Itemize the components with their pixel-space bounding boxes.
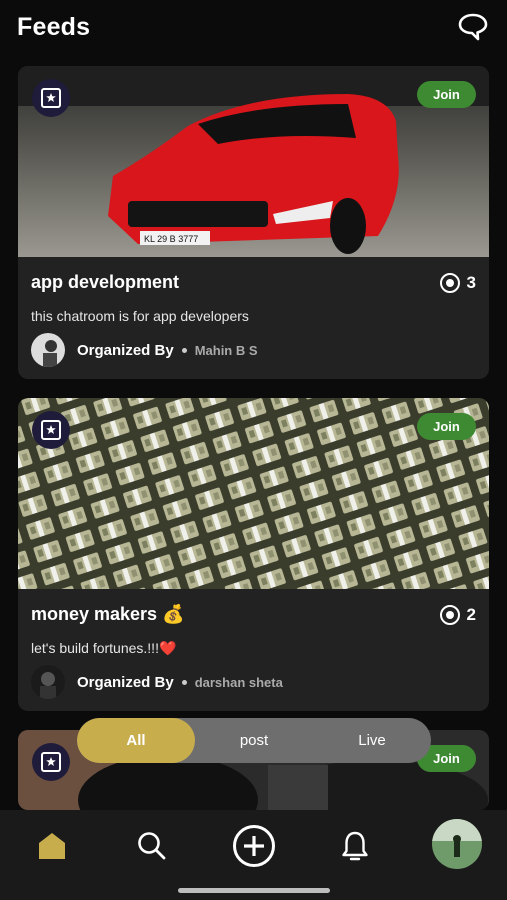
- eye-icon: [439, 273, 460, 293]
- card-description: let's build fortunes.!!!❤️: [31, 640, 177, 656]
- view-count: 2: [439, 604, 476, 626]
- eye-icon: [439, 605, 460, 625]
- view-count: 3: [439, 272, 476, 294]
- organized-by-label: Organized By: [77, 341, 174, 359]
- card-title: money makers 💰: [31, 604, 185, 624]
- home-icon[interactable]: [28, 822, 76, 870]
- separator-dot: [181, 347, 187, 353]
- filter-tab-live[interactable]: Live: [313, 718, 431, 763]
- profile-avatar[interactable]: [432, 819, 482, 869]
- organizer-row: Organized By darshan sheta: [31, 665, 283, 699]
- bookmark-icon[interactable]: [32, 411, 70, 449]
- feed-card[interactable]: Join money makers 💰 2 let's build fortun…: [18, 398, 489, 711]
- filter-tab-all[interactable]: All: [77, 718, 195, 763]
- header: Feeds: [0, 0, 507, 62]
- bookmark-icon[interactable]: [32, 79, 70, 117]
- add-icon[interactable]: [230, 822, 278, 870]
- organizer-avatar: [31, 665, 65, 699]
- search-icon[interactable]: [128, 822, 176, 870]
- join-button[interactable]: Join: [417, 413, 476, 440]
- feed-card[interactable]: KL 29 B 3777 Join app development 3 this…: [18, 66, 489, 379]
- separator-dot: [181, 679, 187, 685]
- home-indicator: [178, 888, 330, 893]
- organizer-avatar: [31, 333, 65, 367]
- organizer-row: Organized By Mahin B S: [31, 333, 258, 367]
- feed-filter: All post Live: [77, 718, 431, 763]
- card-description: this chatroom is for app developers: [31, 308, 249, 324]
- page-title: Feeds: [17, 13, 91, 41]
- join-button[interactable]: Join: [417, 81, 476, 108]
- organized-by-label: Organized By: [77, 673, 174, 691]
- bookmark-icon[interactable]: [32, 743, 70, 781]
- bottom-nav: [0, 810, 507, 900]
- bell-icon[interactable]: [331, 822, 379, 870]
- chat-bubble-icon[interactable]: [457, 12, 489, 42]
- organizer-name: Mahin B S: [194, 342, 258, 358]
- organizer-name: darshan sheta: [194, 674, 283, 690]
- money-image: Join: [18, 398, 489, 589]
- car-image: KL 29 B 3777 Join: [18, 66, 489, 257]
- money-bag-emoji: 💰: [162, 604, 185, 624]
- license-plate-text: KL 29 B 3777: [144, 234, 198, 244]
- filter-tab-post[interactable]: post: [195, 718, 313, 763]
- card-title: app development: [31, 272, 180, 292]
